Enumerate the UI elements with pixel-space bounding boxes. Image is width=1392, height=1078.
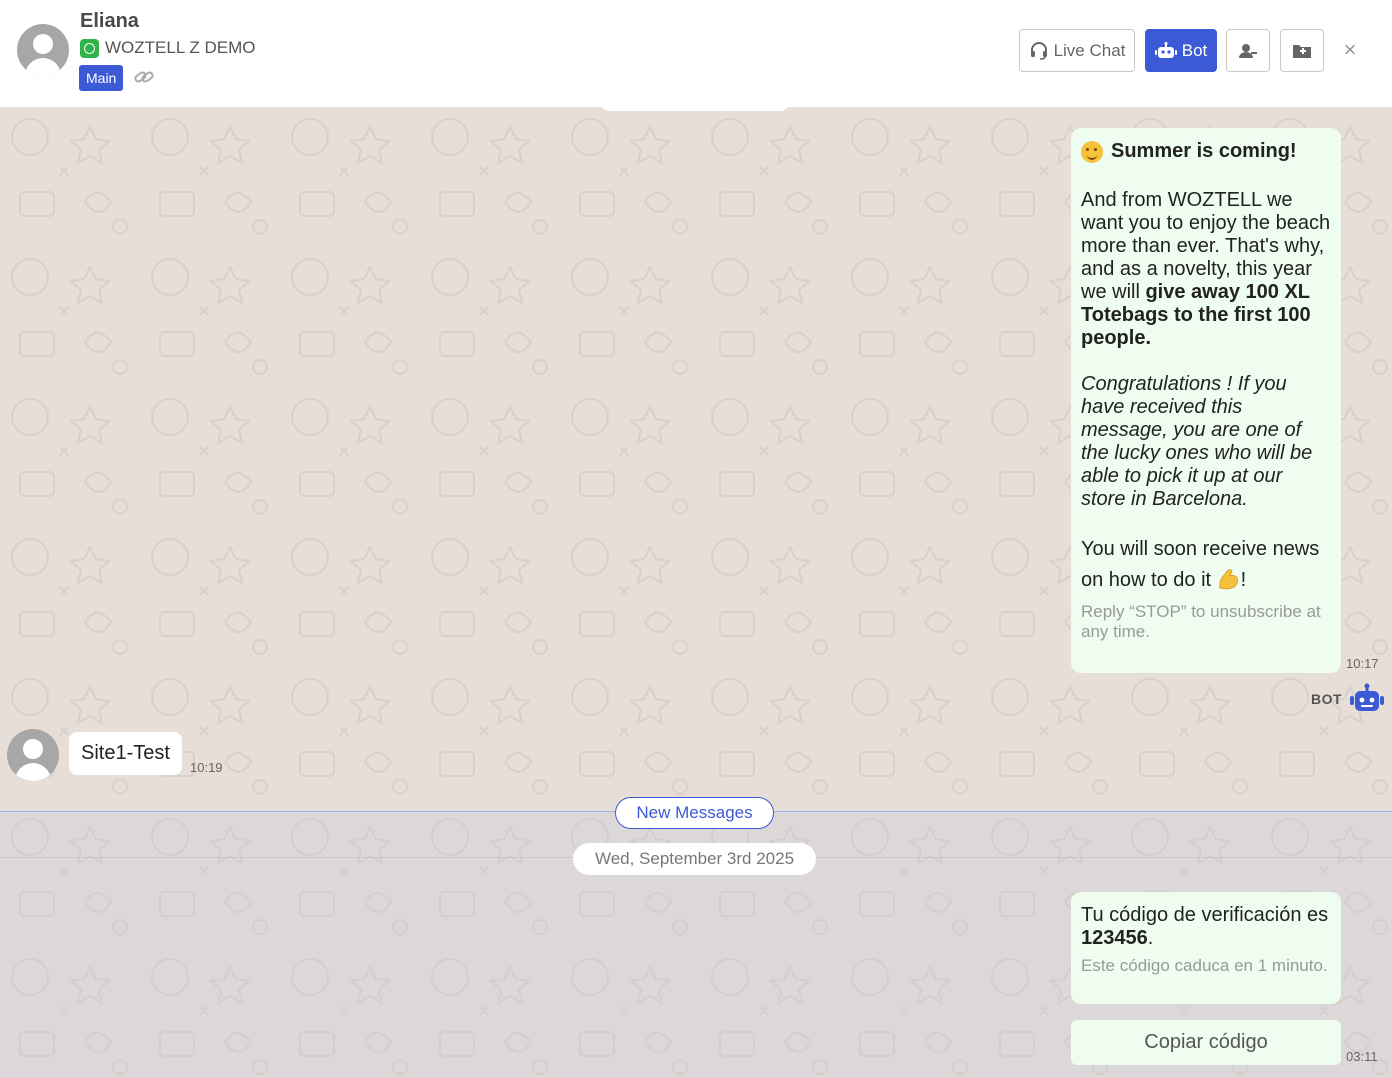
date-divider: Wed, September 3rd 2025: [573, 843, 816, 875]
folder-icon: [1293, 44, 1311, 58]
new-messages-divider: New Messages: [615, 797, 774, 829]
chat-area[interactable]: Summer is coming! And from WOZTELL we wa…: [0, 107, 1392, 1078]
message-timestamp: 10:17: [1346, 656, 1379, 671]
outgoing-message-promo[interactable]: Summer is coming! And from WOZTELL we wa…: [1071, 128, 1341, 673]
robot-icon: [1154, 41, 1177, 58]
smile-emoji-icon: [1081, 140, 1103, 163]
message-body: Tu código de verificación es 123456.: [1081, 904, 1329, 949]
message-title: Summer is coming!: [1081, 140, 1331, 163]
contact-avatar: [17, 24, 69, 76]
message-timestamp: 10:19: [190, 760, 223, 775]
user-assign-icon: [1239, 43, 1257, 58]
message-paragraph: You will soon receive news on how to do …: [1081, 538, 1320, 591]
headset-icon: [1030, 41, 1047, 60]
link-icon[interactable]: [133, 68, 155, 86]
message-footer: Reply “STOP” to unsubscribe at any time.: [1081, 602, 1321, 641]
main-badge: Main: [79, 65, 124, 91]
bot-button[interactable]: Bot: [1145, 29, 1217, 72]
channel-name: WOZTELL Z DEMO: [105, 38, 256, 57]
incoming-message[interactable]: Site1-Test: [69, 732, 182, 775]
channel-info: WOZTELL Z DEMO: [80, 38, 256, 58]
message-timestamp: 03:11: [1346, 1049, 1378, 1064]
copy-code-button[interactable]: Copiar código: [1071, 1020, 1341, 1065]
robot-icon: [1350, 683, 1384, 711]
live-chat-button[interactable]: Live Chat: [1019, 29, 1135, 72]
sender-tag: BOT: [1311, 691, 1343, 707]
conversation-header: Eliana WOZTELL Z DEMO Main Live Chat Bot: [0, 0, 1392, 107]
whatsapp-icon: [80, 38, 99, 58]
message-paragraph: And from WOZTELL we want you to enjoy th…: [1081, 189, 1331, 349]
move-folder-button[interactable]: [1280, 29, 1324, 72]
assign-agent-button[interactable]: [1226, 29, 1270, 72]
sender-avatar: [7, 729, 59, 781]
flexed-biceps-emoji-icon: [1219, 569, 1238, 590]
message-footer: Este código caduca en 1 minuto.: [1081, 956, 1328, 975]
date-divider-partial: [600, 107, 790, 111]
close-icon[interactable]: ×: [1338, 38, 1362, 62]
bot-label: Bot: [1181, 40, 1208, 60]
message-paragraph-italic: Congratulations ! If you have received t…: [1081, 373, 1313, 510]
outgoing-message-verification[interactable]: Tu código de verificación es 123456. Est…: [1071, 892, 1341, 1004]
contact-name: Eliana: [80, 10, 139, 32]
live-chat-label: Live Chat: [1053, 40, 1126, 60]
